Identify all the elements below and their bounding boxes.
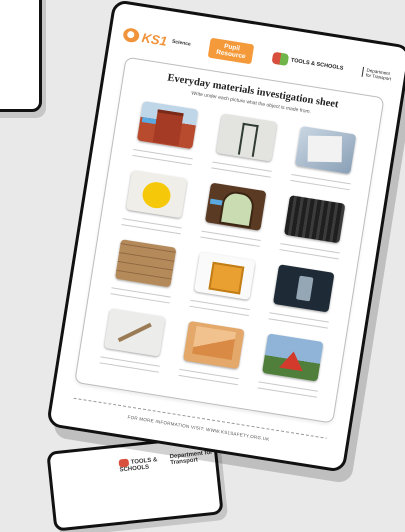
grid-item [287,125,361,191]
grid-item [276,194,350,260]
tent-photo [261,333,324,382]
dft-logo: Department for Transport [361,66,393,82]
ks1-logo: KS1 Science [122,27,192,52]
grid-item [107,238,181,304]
answer-line [280,243,340,254]
investigation-panel: Everyday materials investigation sheet W… [74,56,385,424]
grid-item [255,333,329,399]
answer-line [179,368,239,380]
answer-line [190,299,250,311]
tools-schools-text: TOOLS & SCHOOLS [290,57,344,72]
newspaper-photo [294,125,357,175]
arrow-icon [209,198,225,206]
answer-line [291,174,351,185]
answer-line [212,161,272,172]
answer-line [201,230,261,242]
grid-item [208,113,282,179]
answer-line [111,287,171,298]
grid-item [129,100,203,166]
ks1-brand: KS1 [140,29,169,49]
glass-photo [272,264,335,313]
grid-item [266,263,340,329]
grid-item [97,308,171,374]
tyre-photo [283,195,346,244]
back-sheet-top [0,0,42,112]
ks1-brand-sub: Science [171,38,192,48]
rubber-duck-photo [125,170,188,219]
house-photo [136,100,199,150]
back-tools-logo: TOOLS & SCHOOLS [118,457,158,474]
grid-item [176,320,250,386]
grid-item [186,251,260,317]
stone-wall-photo [114,239,177,288]
pupil-resource-badge: Pupil Resource [208,37,255,65]
answer-line [122,218,182,229]
back-dept-logo: Department for Transport [169,449,213,467]
answer-line [100,356,160,367]
pencil-photo [103,308,166,357]
back-sheet-logos: TOOLS & SCHOOLS Department for Transport [118,450,215,474]
tools-schools-logo: TOOLS & SCHOOLS [271,51,344,75]
ks1-logo-icon [122,27,141,44]
worksheet: KS1 Science Pupil Resource TOOLS & SCHOO… [46,0,405,473]
grid-item [118,169,192,235]
chair-photo [215,113,278,162]
envelope-photo [182,320,245,370]
answer-line [269,312,329,323]
answer-line [133,148,193,160]
answer-line [258,381,318,392]
picture-grid [97,100,362,398]
grid-item [197,182,271,248]
tools-schools-icon [271,51,289,66]
cardboard-box-photo [193,251,256,300]
arrow-icon [141,117,157,125]
window-photo [204,182,267,231]
